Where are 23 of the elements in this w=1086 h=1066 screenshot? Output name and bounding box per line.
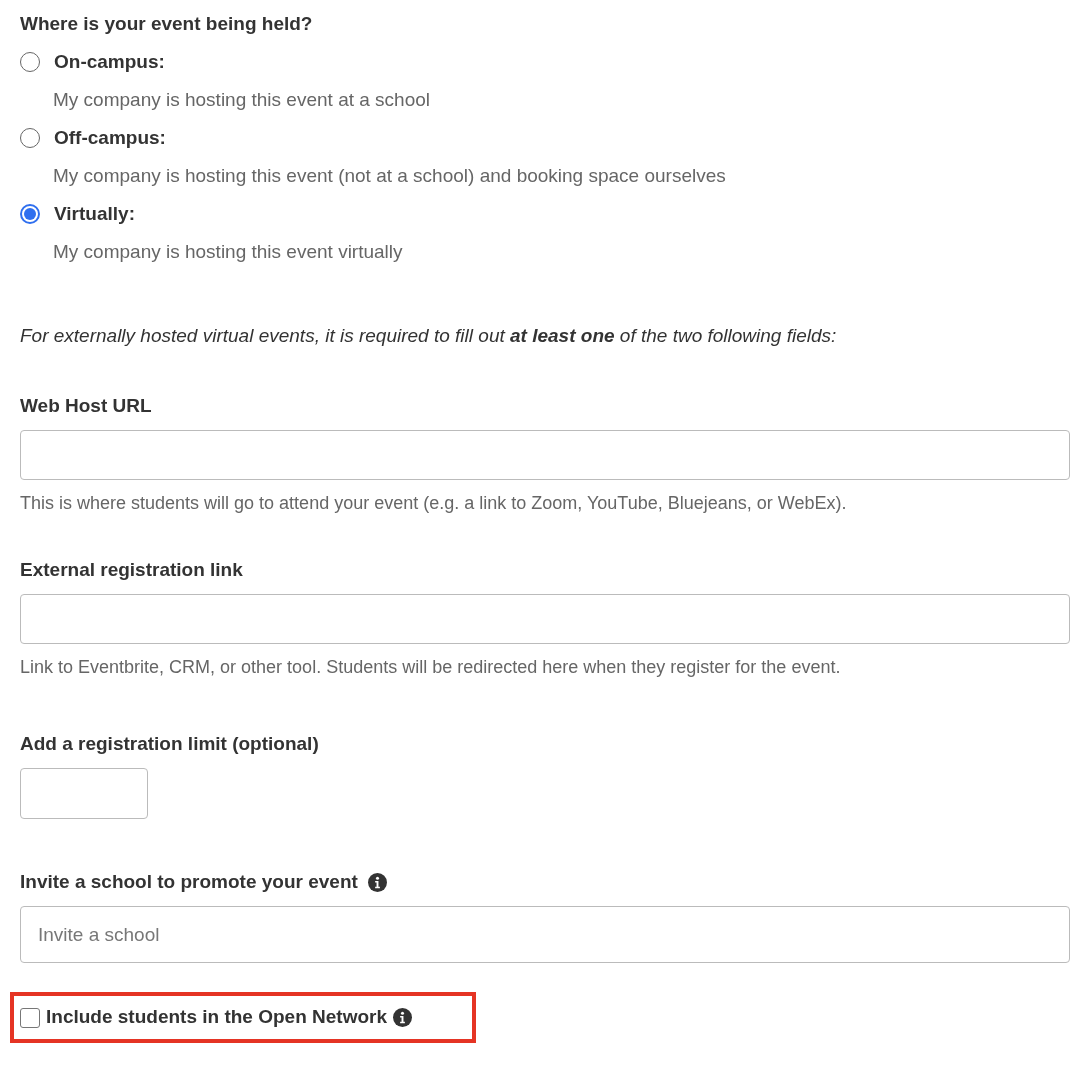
option-label: Virtually: xyxy=(54,201,135,226)
input-field[interactable] xyxy=(20,594,1070,644)
option-description: My company is hosting this event (not at a school) and booking space ourselves xyxy=(53,164,727,188)
info-icon[interactable] xyxy=(367,872,387,892)
option-description: My company is hosting this event at a school xyxy=(53,88,432,112)
field-label: Invite a school to promote your event xyxy=(20,869,358,894)
option-label: On-campus: xyxy=(54,49,165,74)
help-text: Link to Eventbrite, CRM, or other tool. Students will be redirected here when they register for the event. xyxy=(20,656,842,679)
checkbox[interactable] xyxy=(20,1007,40,1028)
input-field[interactable] xyxy=(20,430,1070,480)
field-label: Add a registration limit (optional) xyxy=(20,732,320,756)
note-text: For externally hosted virtual events, it is required to fill out at least one of the two following fields: xyxy=(20,324,838,348)
field-label: External registration link xyxy=(20,558,244,582)
radio-button[interactable] xyxy=(20,204,40,224)
field-label: Web Host URL xyxy=(20,394,153,418)
limit-field[interactable] xyxy=(20,768,148,819)
help-text: This is where students will go to attend your event (e.g. a link to Zoom, YouTube, Bluejeans, or WebEx). xyxy=(20,492,848,515)
info-icon[interactable] xyxy=(393,1008,412,1027)
question-label: Where is your event being held? xyxy=(20,12,314,36)
school-search-field[interactable]: Invite a school xyxy=(20,906,1070,963)
checkbox-label: Include students in the Open Network xyxy=(46,1005,387,1030)
option-description: My company is hosting this event virtually xyxy=(53,240,404,264)
option-label: Off-campus: xyxy=(54,125,166,150)
